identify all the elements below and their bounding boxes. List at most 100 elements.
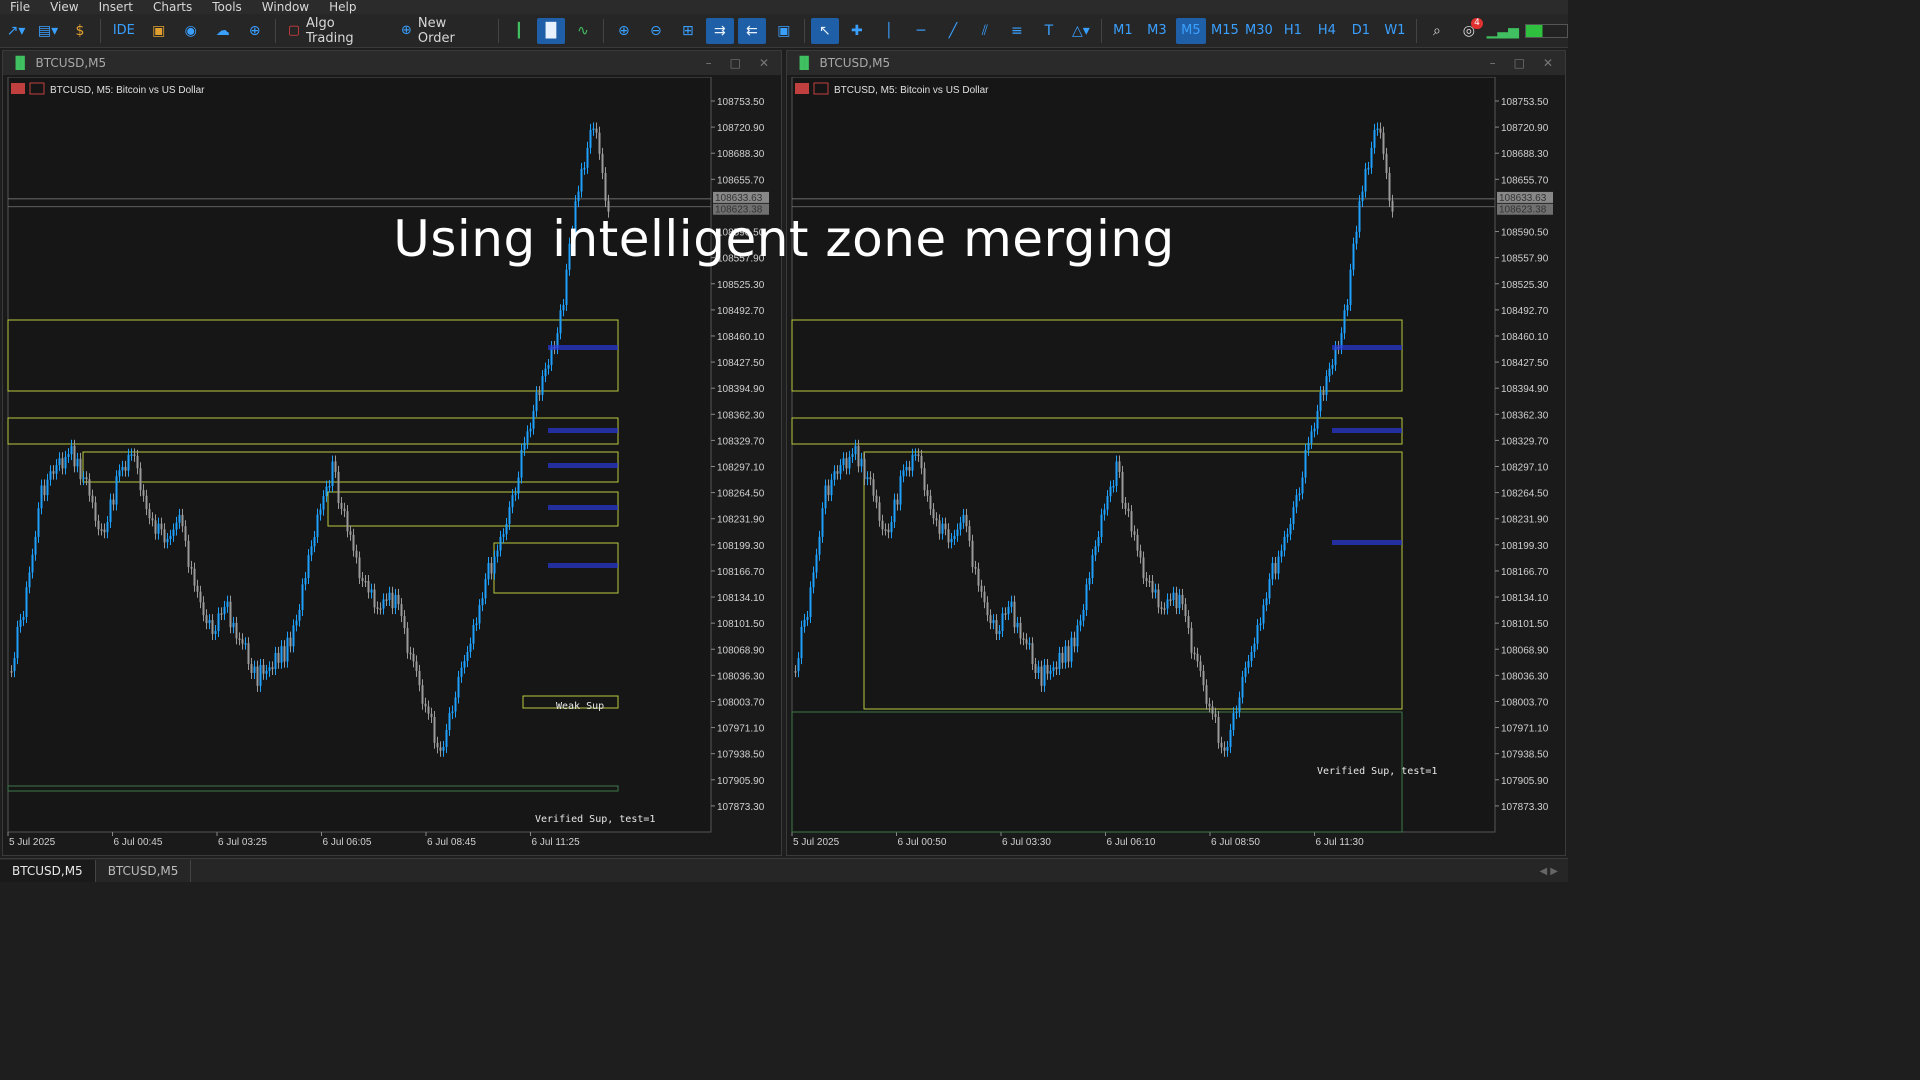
tab-scroll-arrows[interactable]: ◀ ▶ (1539, 866, 1568, 882)
chart-window-titlebar[interactable]: ▐▌ BTCUSD,M5 – □ ✕ (787, 51, 1565, 75)
candle-body (986, 602, 989, 616)
candle-body (1250, 651, 1253, 662)
timeframe-m15[interactable]: M15 (1210, 18, 1240, 44)
menu-charts[interactable]: Charts (143, 0, 202, 14)
search-icon[interactable]: ⌕ (1423, 18, 1451, 44)
time-label: 6 Jul 03:30 (1002, 837, 1051, 848)
candle-body (1019, 622, 1022, 639)
ide-button[interactable]: IDE (107, 18, 141, 44)
candle-body (1223, 747, 1226, 751)
candle-body (1004, 613, 1007, 615)
price-label: 107971.10 (1501, 724, 1549, 735)
candle-body (502, 534, 505, 537)
separator (602, 18, 604, 43)
timeframe-m5[interactable]: M5 (1175, 17, 1206, 44)
zoom-in-icon[interactable]: ⊕ (610, 18, 638, 44)
chart-window-titlebar[interactable]: ▐▌ BTCUSD,M5 – □ ✕ (3, 51, 781, 75)
zoom-out-icon[interactable]: ⊖ (642, 18, 670, 44)
trendline-icon[interactable]: ╱ (939, 18, 967, 44)
time-label: 6 Jul 06:10 (1107, 837, 1156, 848)
timeframe-w1[interactable]: W1 (1380, 18, 1410, 44)
algo-trading-button[interactable]: ▢ Algo Trading (282, 16, 391, 46)
timeframe-m3[interactable]: M3 (1142, 18, 1172, 44)
candle-body (133, 454, 136, 456)
tab-chart-1[interactable]: BTCUSD,M5 (0, 860, 96, 882)
timeframe-h1[interactable]: H1 (1278, 18, 1308, 44)
vps-icon[interactable]: ☁ (209, 18, 237, 44)
price-chart[interactable]: BTCUSD, M5: Bitcoin vs US Dollar 108753.5… (787, 77, 1567, 857)
dollar-icon[interactable]: $ (66, 18, 94, 44)
channel-icon[interactable]: ⫽ (971, 18, 999, 44)
candle-body (1046, 664, 1049, 674)
candle-body (914, 454, 917, 456)
timeframe-m30[interactable]: M30 (1244, 18, 1274, 44)
screenshot-icon[interactable]: ▣ (770, 18, 798, 44)
chart-window-right[interactable]: ▐▌ BTCUSD,M5 – □ ✕ BTCUSD, M5: Bitcoin v… (786, 50, 1566, 856)
candle-body (412, 653, 415, 662)
candle-body (848, 456, 851, 469)
candle-body (1127, 508, 1130, 512)
cursor-icon[interactable]: ↖ (810, 17, 839, 44)
shapes-icon[interactable]: △▾ (1067, 18, 1095, 44)
candle-body (598, 132, 601, 154)
notifications-icon[interactable]: ◎ 4 (1455, 17, 1483, 44)
timeframe-m1[interactable]: M1 (1108, 18, 1138, 44)
maximize-icon[interactable]: □ (730, 56, 741, 70)
bar-chart-icon[interactable]: ┃ (505, 18, 533, 44)
candle-body (52, 471, 55, 474)
market-icon[interactable]: ▣ (145, 18, 173, 44)
timeframe-h4[interactable]: H4 (1312, 18, 1342, 44)
candle-body (1259, 623, 1262, 626)
maximize-icon[interactable]: □ (1514, 56, 1525, 70)
chart-window-left[interactable]: ▐▌ BTCUSD,M5 – □ ✕ BTCUSD, M5: Bitcoin v… (2, 50, 782, 856)
fibonacci-icon[interactable]: ≡ (1003, 18, 1031, 44)
menu-window[interactable]: Window (252, 0, 319, 14)
minimize-icon[interactable]: – (1490, 56, 1496, 70)
new-chart-icon[interactable]: ↗▾ (2, 18, 30, 44)
auto-scroll-icon[interactable]: ⇉ (705, 17, 734, 44)
vertical-line-icon[interactable]: │ (875, 18, 903, 44)
candle-body (1079, 620, 1082, 626)
candle-body (22, 616, 25, 620)
web-icon[interactable]: ⊕ (241, 18, 269, 44)
zone-annotation-mark (1332, 540, 1402, 545)
candle-body (1355, 231, 1358, 244)
candle-body (130, 454, 133, 456)
timeframe-d1[interactable]: D1 (1346, 18, 1376, 44)
chart-shift-icon[interactable]: ⇇ (737, 17, 766, 44)
horizontal-line-icon[interactable]: ─ (907, 18, 935, 44)
bid-price-label: 108633.63 (1499, 193, 1547, 204)
close-icon[interactable]: ✕ (1543, 56, 1553, 70)
candle-body (250, 663, 253, 673)
candle-body (382, 599, 385, 609)
candle-body (1040, 666, 1043, 686)
candle-body (322, 496, 325, 510)
price-chart[interactable]: BTCUSD, M5: Bitcoin vs US Dollar 108753.5… (3, 77, 783, 857)
candle-body (1382, 132, 1385, 154)
new-order-button[interactable]: ⊕ New Order (395, 16, 492, 46)
candle-body (806, 616, 809, 620)
candle-body (1148, 580, 1151, 583)
signals-icon[interactable]: ◉ (177, 18, 205, 44)
candle-body (1289, 524, 1292, 535)
close-icon[interactable]: ✕ (759, 56, 769, 70)
candle-body (514, 493, 517, 496)
candle-body (520, 449, 523, 478)
candlestick-icon[interactable]: ▐▌ (536, 17, 565, 44)
minimize-icon[interactable]: – (706, 56, 712, 70)
text-icon[interactable]: T (1035, 18, 1063, 44)
menu-tools[interactable]: Tools (202, 0, 252, 14)
price-label: 108231.90 (1501, 515, 1549, 526)
tab-chart-2[interactable]: BTCUSD,M5 (96, 860, 192, 882)
profiles-icon[interactable]: ▤▾ (34, 18, 62, 44)
candle-body (1016, 622, 1019, 628)
menu-insert[interactable]: Insert (89, 0, 143, 14)
line-chart-icon[interactable]: ∿ (569, 18, 597, 44)
crosshair-icon[interactable]: ✚ (843, 18, 871, 44)
candle-body (1073, 637, 1076, 647)
candle-body (76, 458, 79, 467)
grid-icon[interactable]: ⊞ (674, 18, 702, 44)
menu-file[interactable]: File (0, 0, 40, 14)
menu-view[interactable]: View (40, 0, 88, 14)
menu-help[interactable]: Help (319, 0, 366, 14)
